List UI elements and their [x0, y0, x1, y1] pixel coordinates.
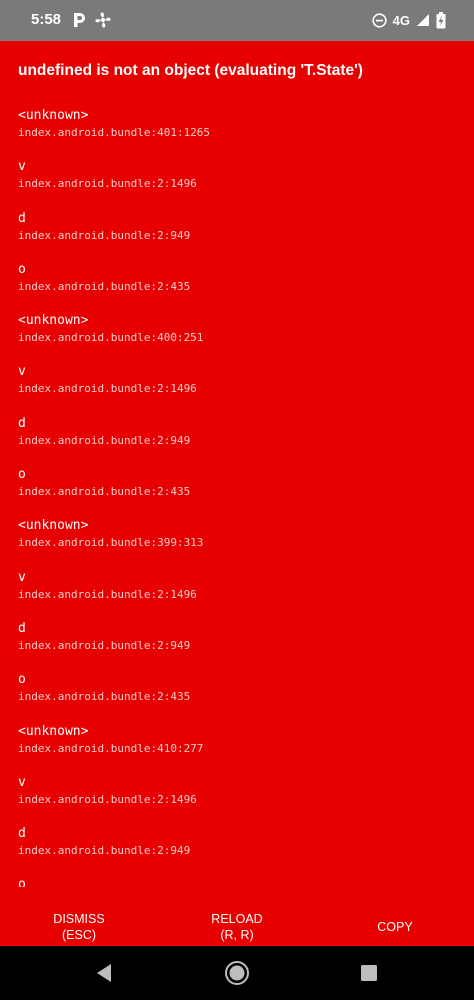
- stack-frame[interactable]: v index.android.bundle:2:1496: [18, 774, 458, 825]
- frame-method: d: [18, 826, 26, 842]
- battery-charging-icon: [436, 11, 446, 28]
- frame-method: <unknown>: [18, 723, 89, 739]
- frame-method: v: [18, 159, 26, 175]
- signal-icon: [417, 14, 429, 26]
- frame-method: o: [18, 672, 26, 688]
- reload-button-label: RELOAD: [211, 912, 263, 926]
- frame-method: <unknown>: [18, 518, 89, 534]
- frame-location: index.android.bundle:2:949: [18, 228, 191, 242]
- stack-frame[interactable]: v index.android.bundle:2:1496: [18, 569, 458, 620]
- reload-button[interactable]: RELOAD (R, R): [158, 902, 316, 946]
- dismiss-button[interactable]: DISMISS (ESC): [0, 902, 158, 946]
- redbox-error-screen: undefined is not an object (evaluating '…: [0, 41, 474, 946]
- frame-method: o: [18, 467, 26, 483]
- stack-trace-list[interactable]: <unknown> index.android.bundle:401:1265 v…: [18, 107, 458, 887]
- do-not-disturb-icon: [372, 12, 387, 28]
- status-bar: 5:58 4G: [0, 0, 474, 41]
- stack-frame[interactable]: <unknown> index.android.bundle:401:1265: [18, 107, 458, 158]
- stack-frame[interactable]: d index.android.bundle:2:949: [18, 415, 458, 466]
- frame-location: index.android.bundle:400:251: [18, 331, 204, 345]
- error-button-bar: DISMISS (ESC) RELOAD (R, R) COPY: [0, 902, 474, 946]
- frame-location: index.android.bundle:2:1496: [18, 177, 197, 191]
- frame-location: index.android.bundle:2:1496: [18, 587, 197, 601]
- stack-frame[interactable]: d index.android.bundle:2:949: [18, 210, 458, 261]
- reload-button-shortcut: (R, R): [220, 928, 254, 942]
- network-type-label: 4G: [392, 12, 410, 28]
- stack-frame[interactable]: <unknown> index.android.bundle:399:313: [18, 517, 458, 568]
- back-icon[interactable]: [92, 960, 118, 986]
- copy-button-label: COPY: [377, 920, 413, 934]
- frame-method: d: [18, 415, 26, 431]
- frame-location: index.android.bundle:2:949: [18, 638, 191, 652]
- stack-frame[interactable]: <unknown> index.android.bundle:400:251: [18, 312, 458, 363]
- frame-method: v: [18, 774, 26, 790]
- stack-frame[interactable]: d index.android.bundle:2:949: [18, 825, 458, 876]
- stack-frame[interactable]: o: [18, 876, 458, 887]
- stack-frame[interactable]: v index.android.bundle:2:1496: [18, 158, 458, 209]
- error-title: undefined is not an object (evaluating '…: [18, 62, 363, 79]
- frame-location: index.android.bundle:2:949: [18, 433, 191, 447]
- status-right-icons: 4G: [372, 10, 446, 30]
- fan-icon: [95, 12, 111, 28]
- frame-method: <unknown>: [18, 313, 89, 329]
- dismiss-button-label: DISMISS: [53, 912, 105, 926]
- frame-location: index.android.bundle:2:1496: [18, 792, 197, 806]
- status-time: 5:58: [31, 11, 62, 28]
- frame-method: v: [18, 364, 26, 380]
- frame-method: d: [18, 210, 26, 226]
- frame-method: v: [18, 569, 26, 585]
- stack-frame[interactable]: o index.android.bundle:2:435: [18, 671, 458, 722]
- frame-location: index.android.bundle:2:435: [18, 690, 191, 704]
- frame-location: index.android.bundle:2:1496: [18, 382, 197, 396]
- frame-method: o: [18, 261, 26, 277]
- stack-frame[interactable]: <unknown> index.android.bundle:410:277: [18, 723, 458, 774]
- frame-location: index.android.bundle:410:277: [18, 741, 204, 755]
- frame-location: index.android.bundle:399:313: [18, 536, 204, 550]
- copy-button[interactable]: COPY: [316, 902, 474, 946]
- stack-frame[interactable]: o index.android.bundle:2:435: [18, 261, 458, 312]
- stack-frame[interactable]: o index.android.bundle:2:435: [18, 466, 458, 517]
- frame-location: index.android.bundle:2:435: [18, 485, 191, 499]
- frame-method: o: [18, 877, 26, 887]
- stack-frame[interactable]: v index.android.bundle:2:1496: [18, 363, 458, 414]
- recents-icon[interactable]: [356, 960, 382, 986]
- frame-method: d: [18, 620, 26, 636]
- frame-location: index.android.bundle:2:949: [18, 844, 191, 858]
- frame-location: index.android.bundle:401:1265: [18, 126, 211, 139]
- parking-icon: [74, 13, 85, 27]
- frame-method: <unknown>: [18, 108, 89, 123]
- stack-frame[interactable]: d index.android.bundle:2:949: [18, 620, 458, 671]
- home-icon[interactable]: [224, 960, 250, 986]
- navigation-bar: [0, 946, 474, 1000]
- dismiss-button-shortcut: (ESC): [61, 928, 97, 942]
- frame-location: index.android.bundle:2:435: [18, 279, 191, 293]
